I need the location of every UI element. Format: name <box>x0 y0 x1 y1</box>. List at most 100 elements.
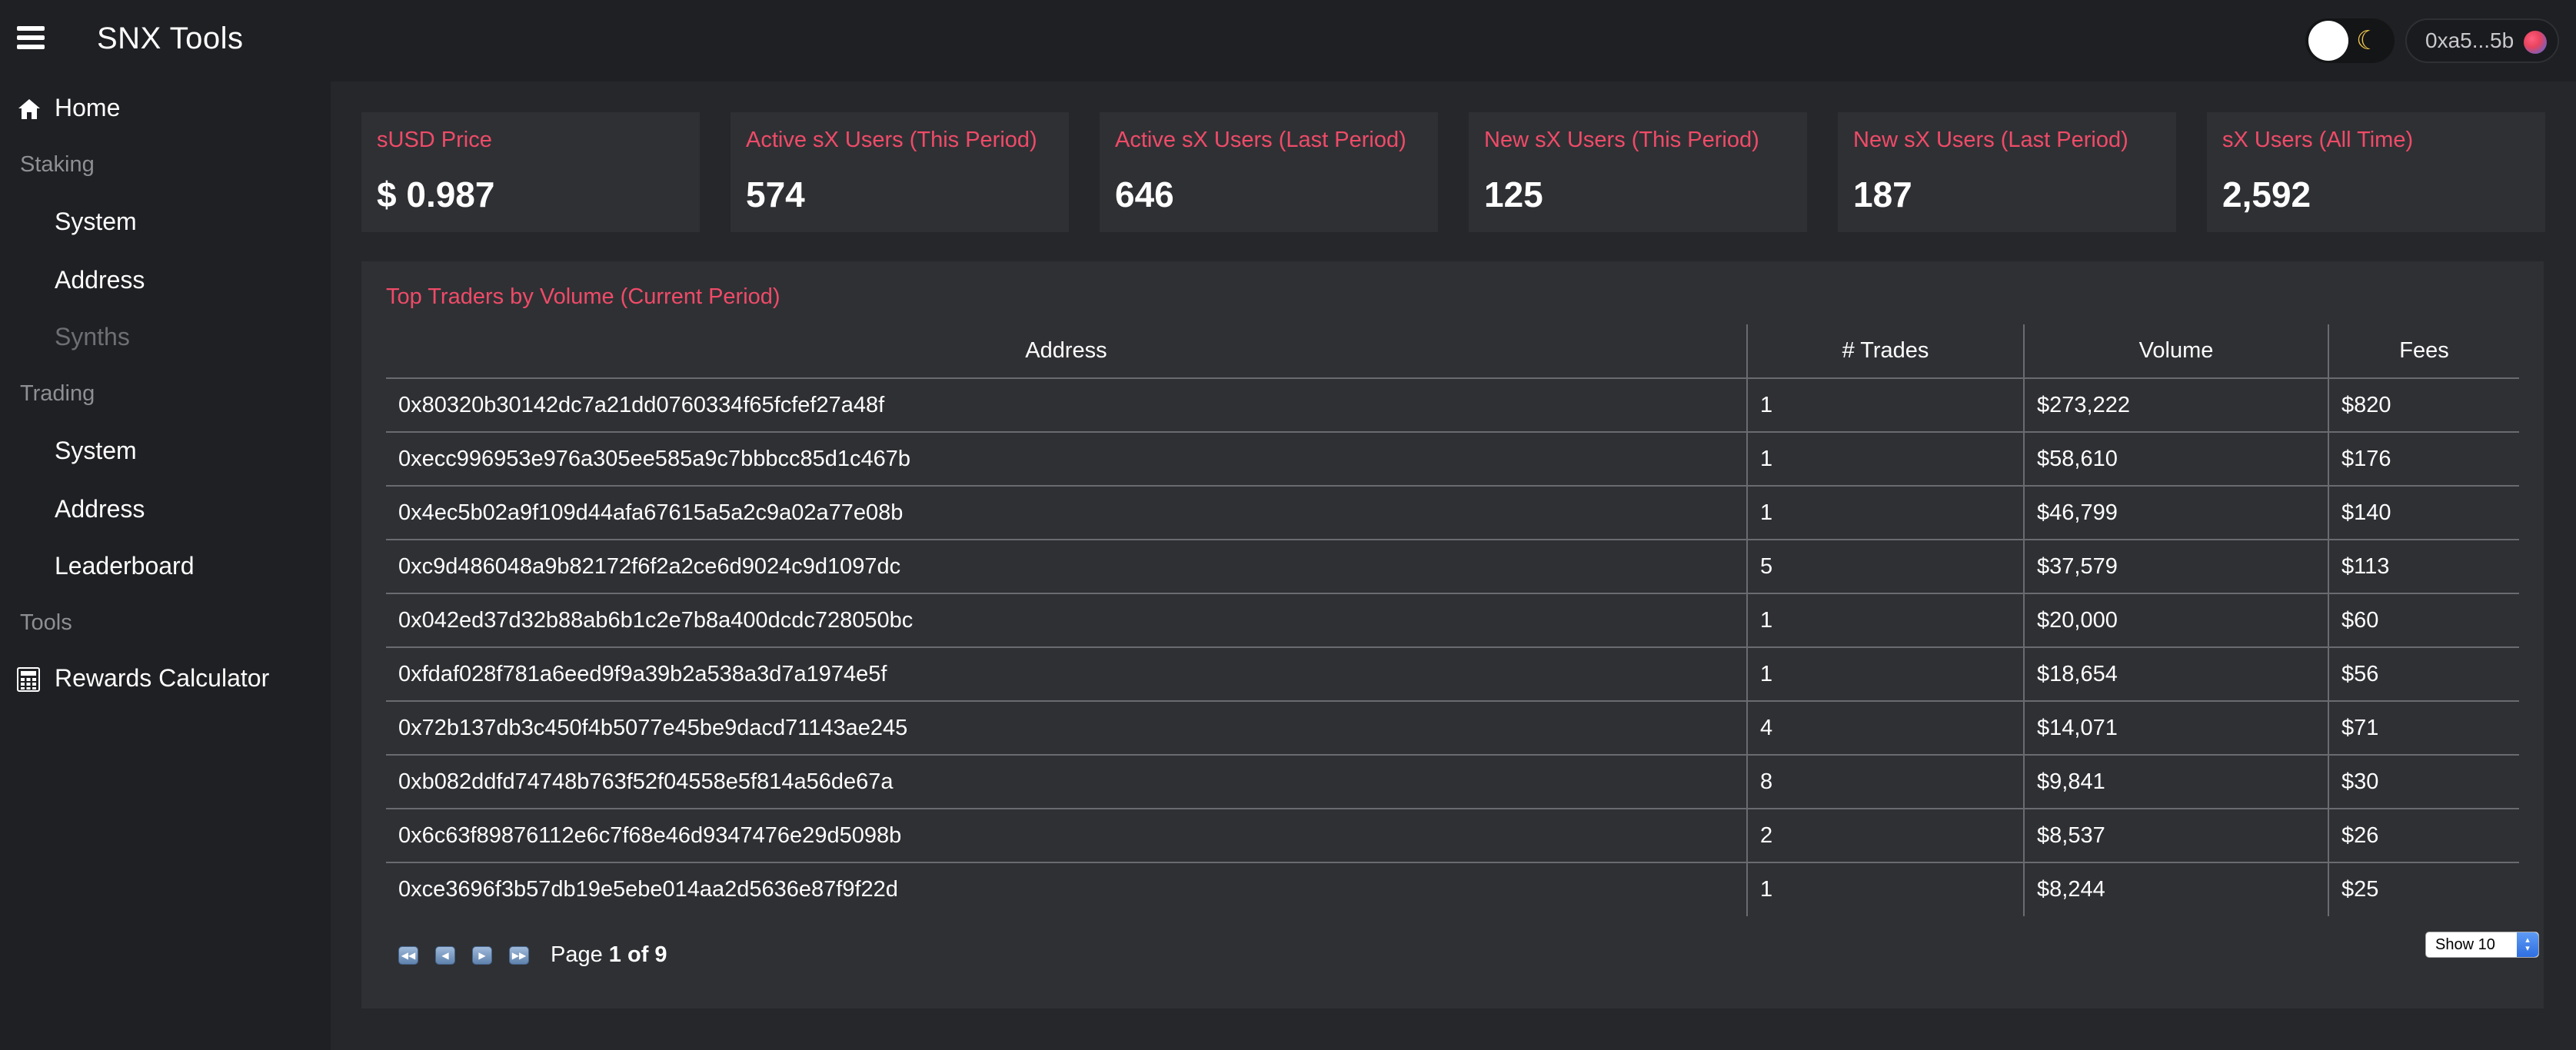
stat-value: $ 0.987 <box>377 174 495 214</box>
volume-cell: $9,841 <box>2023 755 2328 809</box>
main-content: sUSD Price $ 0.987 Active sX Users (This… <box>331 81 2576 1050</box>
table-row: 0x80320b30142dc7a21dd0760334f65fcfef27a4… <box>386 378 2519 433</box>
stat-value: 125 <box>1484 174 1543 214</box>
pagination: ◀◀ ◀ ▶ ▶▶ Page 1 of 9 <box>398 942 667 968</box>
trades-cell: 8 <box>1746 755 2024 809</box>
fees-cell: $26 <box>2328 809 2519 863</box>
volume-cell: $58,610 <box>2023 432 2328 487</box>
fees-cell: $140 <box>2328 486 2519 540</box>
fees-cell: $60 <box>2328 593 2519 648</box>
stat-value: 646 <box>1115 174 1174 214</box>
trades-cell: 1 <box>1746 378 2024 433</box>
sidebar-item-staking-address[interactable]: Address <box>55 266 145 294</box>
stat-label: Active sX Users (Last Period) <box>1115 128 1406 152</box>
top-traders-panel: Top Traders by Volume (Current Period) A… <box>361 261 2544 1008</box>
next-page-icon[interactable]: ▶ <box>472 945 492 965</box>
column-header-trades[interactable]: # Trades <box>1746 324 2024 379</box>
page-size-select[interactable]: Show 10 ▴ ▾ <box>2425 932 2539 958</box>
column-header-address[interactable]: Address <box>386 324 1747 379</box>
trades-cell: 1 <box>1746 862 2024 916</box>
trades-cell: 5 <box>1746 540 2024 594</box>
stat-value: 574 <box>746 174 805 214</box>
sidebar-item-home[interactable]: Home <box>55 94 120 122</box>
fees-cell: $820 <box>2328 378 2519 433</box>
sidebar-section-trading: Trading <box>20 381 95 406</box>
trades-cell: 1 <box>1746 432 2024 487</box>
address-link[interactable]: 0xecc996953e976a305ee585a9c7bbbcc85d1c46… <box>386 432 1747 487</box>
table-row: 0x042ed37d32b88ab6b1c2e7b8a400dcdc728050… <box>386 593 2519 648</box>
home-icon <box>18 99 40 119</box>
sidebar-section-staking: Staking <box>20 152 95 177</box>
address-link[interactable]: 0x4ec5b02a9f109d44afa67615a5a2c9a02a77e0… <box>386 486 1747 540</box>
app-title[interactable]: SNX Tools <box>97 22 244 56</box>
stat-card-susd-price: sUSD Price $ 0.987 <box>361 112 700 232</box>
volume-cell: $37,579 <box>2023 540 2328 594</box>
table-row: 0xce3696f3b57db19e5ebe014aa2d5636e87f9f2… <box>386 862 2519 916</box>
stat-card-all-time: sX Users (All Time) 2,592 <box>2207 112 2545 232</box>
page-label: Page <box>551 942 603 967</box>
wallet-address: 0xa5...5b <box>2425 28 2514 52</box>
fees-cell: $25 <box>2328 862 2519 916</box>
stat-label: sX Users (All Time) <box>2222 128 2414 152</box>
first-page-icon[interactable]: ◀◀ <box>398 945 418 965</box>
stat-label: New sX Users (This Period) <box>1484 128 1759 152</box>
menu-icon[interactable] <box>17 26 45 49</box>
sidebar-item-trading-address[interactable]: Address <box>55 495 145 523</box>
address-link[interactable]: 0xc9d486048a9b82172f6f2a2ce6d9024c9d1097… <box>386 540 1747 594</box>
theme-toggle[interactable]: ☾ <box>2305 18 2395 63</box>
last-page-icon[interactable]: ▶▶ <box>509 945 529 965</box>
sidebar-item-staking-system[interactable]: System <box>55 208 137 236</box>
top-bar: SNX Tools ☾ 0xa5...5b <box>0 0 2576 81</box>
stat-card-active-last-period: Active sX Users (Last Period) 646 <box>1100 112 1438 232</box>
select-arrows-icon: ▴ ▾ <box>2517 932 2538 957</box>
address-link[interactable]: 0x80320b30142dc7a21dd0760334f65fcfef27a4… <box>386 378 1747 433</box>
volume-cell: $8,244 <box>2023 862 2328 916</box>
fees-cell: $176 <box>2328 432 2519 487</box>
address-link[interactable]: 0x72b137db3c450f4b5077e45be9dacd71143ae2… <box>386 701 1747 756</box>
trades-cell: 1 <box>1746 647 2024 702</box>
fees-cell: $30 <box>2328 755 2519 809</box>
volume-cell: $8,537 <box>2023 809 2328 863</box>
sidebar: Home Staking System Address Synths Tradi… <box>0 81 331 1050</box>
fees-cell: $56 <box>2328 647 2519 702</box>
page-indicator: Page 1 of 9 <box>551 942 667 968</box>
trades-cell: 4 <box>1746 701 2024 756</box>
sidebar-item-rewards-calculator[interactable]: Rewards Calculator <box>55 664 269 693</box>
previous-page-icon[interactable]: ◀ <box>435 945 455 965</box>
table-row: 0xc9d486048a9b82172f6f2a2ce6d9024c9d1097… <box>386 540 2519 594</box>
stat-label: New sX Users (Last Period) <box>1853 128 2128 152</box>
table-row: 0x72b137db3c450f4b5077e45be9dacd71143ae2… <box>386 701 2519 756</box>
table-row: 0x4ec5b02a9f109d44afa67615a5a2c9a02a77e0… <box>386 486 2519 540</box>
stat-card-new-this-period: New sX Users (This Period) 125 <box>1469 112 1807 232</box>
moon-icon: ☾ <box>2356 26 2380 55</box>
address-link[interactable]: 0x6c63f89876112e6c7f68e46d9347476e29d509… <box>386 809 1747 863</box>
toggle-knob <box>2308 21 2348 61</box>
table-row: 0x6c63f89876112e6c7f68e46d9347476e29d509… <box>386 809 2519 863</box>
volume-cell: $20,000 <box>2023 593 2328 648</box>
stat-card-active-this-period: Active sX Users (This Period) 574 <box>731 112 1069 232</box>
address-link[interactable]: 0xb082ddfd74748b763f52f04558e5f814a56de6… <box>386 755 1747 809</box>
sidebar-item-synths: Synths <box>55 323 130 351</box>
address-link[interactable]: 0xce3696f3b57db19e5ebe014aa2d5636e87f9f2… <box>386 862 1747 916</box>
stat-label: sUSD Price <box>377 128 492 152</box>
volume-cell: $46,799 <box>2023 486 2328 540</box>
wallet-button[interactable]: 0xa5...5b <box>2405 18 2559 63</box>
volume-cell: $273,222 <box>2023 378 2328 433</box>
stat-value: 187 <box>1853 174 1912 214</box>
trades-cell: 1 <box>1746 486 2024 540</box>
traders-table: Address # Trades Volume Fees 0x80320b301… <box>386 324 2519 916</box>
page-size-value: Show 10 <box>2435 936 2495 953</box>
column-header-fees[interactable]: Fees <box>2328 324 2519 379</box>
panel-title: Top Traders by Volume (Current Period) <box>386 284 780 309</box>
fees-cell: $71 <box>2328 701 2519 756</box>
calculator-icon <box>17 667 40 692</box>
stat-card-new-last-period: New sX Users (Last Period) 187 <box>1838 112 2176 232</box>
address-link[interactable]: 0x042ed37d32b88ab6b1c2e7b8a400dcdc728050… <box>386 593 1747 648</box>
sidebar-item-trading-system[interactable]: System <box>55 437 137 465</box>
trades-cell: 1 <box>1746 593 2024 648</box>
column-header-volume[interactable]: Volume <box>2023 324 2328 379</box>
table-header-row: Address # Trades Volume Fees <box>386 324 2519 379</box>
trades-cell: 2 <box>1746 809 2024 863</box>
address-link[interactable]: 0xfdaf028f781a6eed9f9a39b2a538a3d7a1974e… <box>386 647 1747 702</box>
sidebar-item-leaderboard[interactable]: Leaderboard <box>55 552 194 580</box>
